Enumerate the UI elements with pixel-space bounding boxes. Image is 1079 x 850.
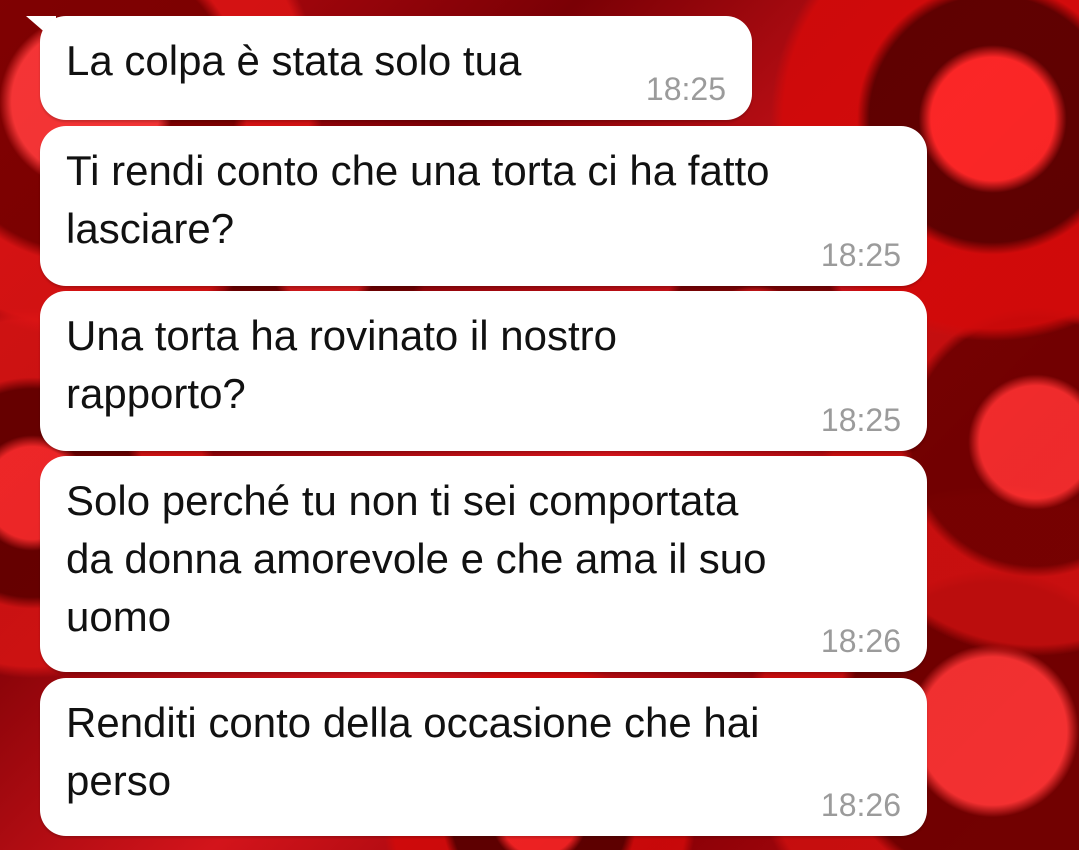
message-time: 18:26 — [820, 623, 901, 659]
message-text: Ti rendi conto che una torta ci ha fatto… — [66, 147, 770, 252]
message-text: Renditi conto della occasione che hai pe… — [66, 699, 760, 804]
message-text: La colpa è stata solo tua — [66, 37, 522, 84]
message-bubble[interactable]: Renditi conto della occasione che hai pe… — [40, 678, 927, 836]
message-time: 18:25 — [820, 237, 901, 273]
message-text: Solo perché tu non ti sei comportata da … — [66, 477, 767, 640]
message-bubble[interactable]: La colpa è stata solo tua 18:25 — [40, 16, 752, 120]
message-text: Una torta ha rovinato il nostro rapporto… — [66, 312, 617, 417]
message-bubble[interactable]: Una torta ha rovinato il nostro rapporto… — [40, 291, 927, 451]
message-bubble[interactable]: Solo perché tu non ti sei comportata da … — [40, 456, 927, 672]
message-time: 18:26 — [820, 787, 901, 823]
message-time: 18:25 — [645, 71, 726, 107]
message-time: 18:25 — [820, 402, 901, 438]
message-bubble[interactable]: Ti rendi conto che una torta ci ha fatto… — [40, 126, 927, 286]
